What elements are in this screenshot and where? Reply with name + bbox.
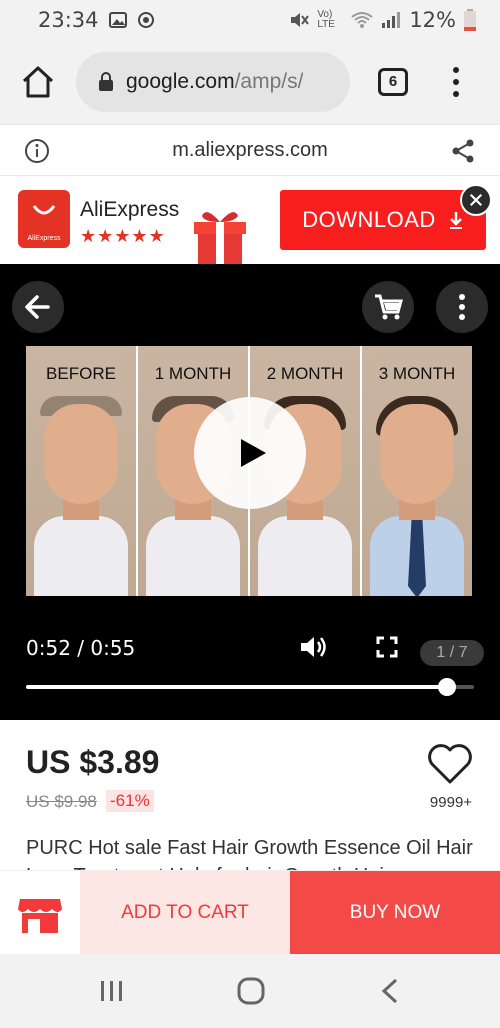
aliexpress-logo: AliExpress — [18, 190, 70, 248]
panel-label: 1 MONTH — [154, 364, 232, 383]
panel-label: 3 MONTH — [378, 364, 456, 383]
amp-header: m.aliexpress.com — [0, 124, 500, 176]
shirt — [146, 516, 240, 596]
signal-icon — [382, 12, 401, 28]
url-path: /amp/s/ — [234, 70, 304, 93]
face — [44, 404, 118, 504]
play-button[interactable] — [194, 397, 306, 509]
product-info: US $3.89 US $9.98 -61% 9999+ PURC Hot sa… — [0, 720, 500, 874]
buy-now-button[interactable]: BUY NOW — [290, 871, 500, 955]
panel-before: BEFORE — [26, 346, 138, 596]
media-page-indicator: 1 / 7 — [420, 640, 484, 666]
progress-knob[interactable] — [438, 678, 457, 696]
rating-stars: ★★★★★ — [80, 226, 166, 246]
home-icon[interactable] — [20, 64, 56, 100]
battery-icon — [464, 9, 476, 31]
address-bar[interactable]: google.com/amp/s/ — [76, 52, 350, 112]
status-bar: 23:34 Vo) LTE 12% — [0, 0, 500, 40]
gallery-icon — [108, 12, 127, 28]
download-button[interactable]: DOWNLOAD — [280, 190, 486, 250]
store-icon — [18, 899, 62, 933]
shirt — [34, 516, 128, 596]
add-to-cart-label: ADD TO CART — [121, 902, 249, 923]
browser-toolbar: google.com/amp/s/ 6 — [0, 40, 500, 124]
tab-switcher-button[interactable]: 6 — [378, 68, 408, 96]
browser-menu-icon[interactable] — [446, 64, 466, 100]
wifi-icon — [351, 12, 373, 28]
lock-icon — [99, 72, 113, 91]
panel-3-month: 3 MONTH — [362, 346, 472, 596]
close-banner-icon[interactable] — [460, 184, 492, 216]
face — [380, 404, 454, 504]
url-host: google.com — [126, 70, 235, 93]
cart-button[interactable] — [362, 281, 414, 333]
price: US $3.89 — [26, 744, 160, 780]
video-player[interactable]: BEFORE 1 MONTH 2 MONTH 3 MONTH 0:52 / 0:… — [0, 264, 500, 720]
shirt — [258, 516, 352, 596]
mute-icon — [291, 13, 310, 27]
amp-domain: m.aliexpress.com — [172, 139, 328, 161]
share-icon[interactable] — [450, 138, 476, 164]
cart-icon — [375, 294, 403, 320]
download-label: DOWNLOAD — [302, 207, 436, 232]
back-button[interactable] — [12, 281, 64, 333]
heart-icon[interactable] — [426, 742, 474, 786]
system-back-icon[interactable] — [378, 976, 402, 1006]
recent-apps-icon[interactable] — [98, 978, 126, 1004]
product-title: PURC Hot sale Fast Hair Growth Essence O… — [26, 837, 473, 874]
more-button[interactable] — [436, 281, 488, 333]
sync-icon — [137, 12, 154, 28]
url-text: google.com/amp/s/ — [126, 70, 303, 94]
system-nav-bar — [0, 954, 500, 1028]
download-arrow-icon — [449, 212, 462, 229]
wishlist-count: 9999+ — [429, 794, 473, 811]
add-to-cart-button[interactable]: ADD TO CART — [80, 871, 290, 955]
logo-text: AliExpress — [27, 235, 61, 242]
app-install-banner: AliExpress AliExpress ★★★★★ DOWNLOAD — [0, 176, 500, 264]
network-label: Vo) LTE — [317, 9, 335, 30]
more-vertical-icon — [459, 294, 465, 320]
status-time: 23:34 — [38, 8, 99, 32]
smile-icon — [32, 205, 56, 215]
fullscreen-icon[interactable] — [376, 636, 398, 658]
video-progress-bar[interactable] — [26, 678, 474, 696]
play-icon — [241, 439, 266, 467]
buy-now-label: BUY NOW — [349, 902, 441, 923]
gift-icon — [194, 212, 246, 264]
original-price: US $9.98 — [26, 792, 97, 811]
progress-fill — [26, 685, 448, 689]
panel-label: 2 MONTH — [266, 364, 344, 383]
system-home-icon[interactable] — [236, 976, 266, 1006]
volume-icon[interactable] — [298, 632, 328, 662]
video-time: 0:52 / 0:55 — [26, 636, 136, 660]
store-button[interactable] — [0, 871, 80, 955]
app-name: AliExpress — [80, 198, 180, 221]
discount-badge: -61% — [106, 790, 154, 812]
panel-label: BEFORE — [46, 364, 116, 383]
battery-percent: 12% — [409, 8, 456, 32]
arrow-left-icon — [25, 295, 50, 319]
action-bar: ADD TO CART BUY NOW — [0, 870, 500, 955]
